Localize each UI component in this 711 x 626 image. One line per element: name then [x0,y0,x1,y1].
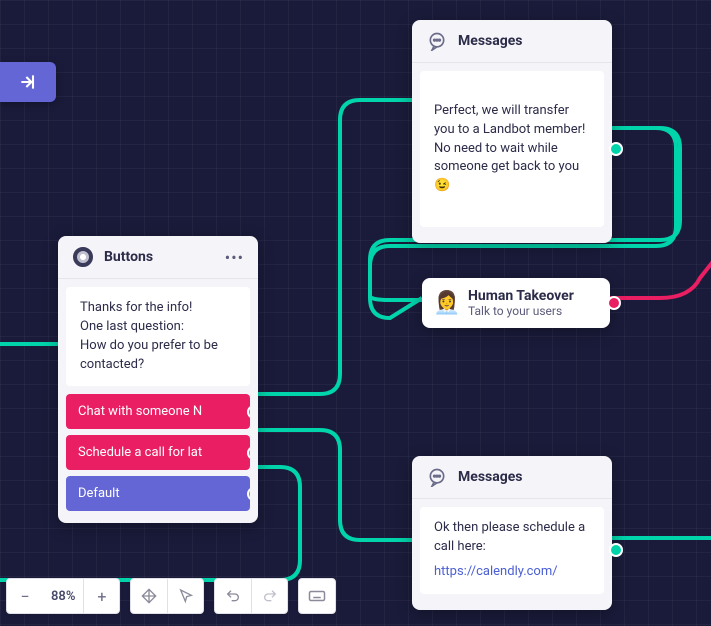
cursor-group [130,578,204,614]
node-header: Messages [412,456,612,499]
option-label: Schedule a call for lat [78,445,202,460]
node-header: Buttons ••• [58,236,258,279]
output-port[interactable] [609,142,623,156]
pan-tool-button[interactable] [131,578,167,614]
history-group [214,578,288,614]
select-tool-button[interactable] [167,578,203,614]
node-body-text: Ok then please schedule a call here: htt… [420,507,604,594]
node-subtitle: Talk to your users [468,304,574,318]
keyboard-icon [308,587,326,605]
node-messages-bottom[interactable]: Messages Ok then please schedule a call … [412,456,612,610]
radio-icon [72,246,94,268]
node-human-takeover[interactable]: 👩‍💼 Human Takeover Talk to your users [422,278,610,328]
chat-icon [426,30,448,52]
node-menu-button[interactable]: ••• [225,248,244,267]
undo-icon [225,588,241,604]
option-default[interactable]: Default [66,476,250,511]
canvas-toolbar: − 88% + [6,578,336,614]
output-port[interactable] [247,405,250,419]
collapse-sidebar-button[interactable] [0,62,56,102]
output-port[interactable] [607,296,621,310]
option-schedule[interactable]: Schedule a call for lat [66,435,250,470]
undo-button[interactable] [215,578,251,614]
output-port[interactable] [247,487,250,501]
option-chat[interactable]: Chat with someone N [66,394,250,429]
calendly-link[interactable]: https://calendly.com/ [434,563,590,582]
person-icon: 👩‍💼 [436,292,458,314]
keyboard-button[interactable] [299,578,335,614]
node-header: Messages [412,20,612,63]
zoom-out-button[interactable]: − [7,578,43,614]
node-messages-top[interactable]: Messages Perfect, we will transfer you t… [412,20,612,243]
zoom-group: − 88% + [6,578,120,614]
option-label: Chat with someone N [78,404,202,419]
node-body-text: Thanks for the info! One last question: … [66,287,250,386]
node-title: Messages [458,33,598,49]
option-label: Default [78,486,120,501]
node-title: Buttons [104,249,215,265]
output-port[interactable] [247,446,250,460]
node-title: Human Takeover [468,288,574,304]
keyboard-group [298,578,336,614]
zoom-level: 88% [43,589,83,604]
node-buttons[interactable]: Buttons ••• Thanks for the info! One las… [58,236,258,523]
redo-icon [262,588,278,604]
output-port[interactable] [609,543,623,557]
redo-button[interactable] [251,578,287,614]
node-title: Messages [458,469,598,485]
move-icon [141,588,157,604]
node-body-text: Perfect, we will transfer you to a Landb… [420,71,604,227]
chat-icon [426,466,448,488]
cursor-icon [178,588,194,604]
collapse-icon [18,72,38,92]
zoom-in-button[interactable]: + [83,578,119,614]
